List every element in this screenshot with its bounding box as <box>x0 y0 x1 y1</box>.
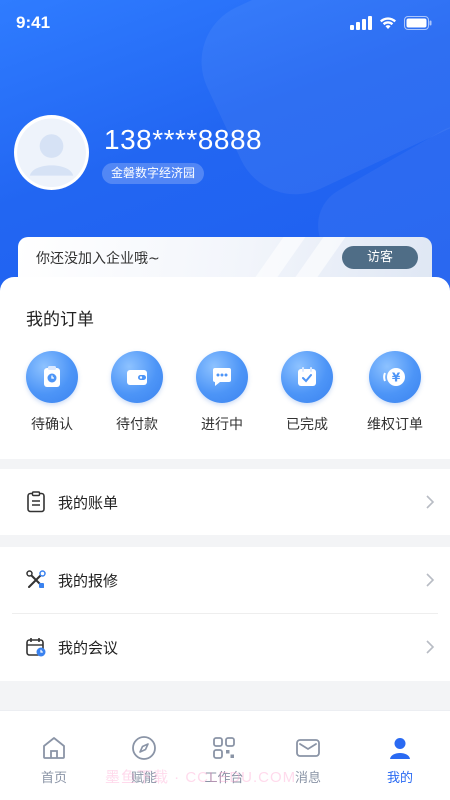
order-label: 待确认 <box>31 417 73 433</box>
tab-home[interactable]: 首页 <box>19 735 89 786</box>
battery-icon <box>404 16 432 30</box>
menu-label: 我的账单 <box>58 493 119 512</box>
menu-item-bill[interactable]: 我的账单 <box>0 469 450 535</box>
mail-icon <box>296 739 320 757</box>
order-label: 进行中 <box>201 417 243 433</box>
chat-bubble-icon <box>196 351 248 403</box>
tab-label: 我的 <box>386 771 413 786</box>
user-icon <box>390 738 410 759</box>
visitor-button[interactable]: 访客 <box>342 246 418 269</box>
chevron-right-icon <box>426 573 435 587</box>
order-label: 待付款 <box>116 417 158 433</box>
order-in-progress[interactable]: 进行中 <box>182 351 262 434</box>
tab-label: 工作台 <box>204 771 244 786</box>
avatar[interactable] <box>14 115 89 190</box>
tab-mine[interactable]: 我的 <box>365 735 435 786</box>
order-pending-confirm[interactable]: 待确认 <box>12 351 92 434</box>
orders-card: 我的订单 待确认 待付款 进行中 已完成 ¥ 维权订单 <box>0 277 450 459</box>
tab-messages[interactable]: 消息 <box>273 735 343 786</box>
park-badge: 金磐数字经济园 <box>102 163 205 184</box>
default-avatar-icon <box>17 118 86 187</box>
bill-icon <box>25 491 47 513</box>
signal-icon <box>350 16 372 30</box>
chevron-right-icon <box>426 640 435 654</box>
grid-icon <box>213 737 235 759</box>
orders-title: 我的订单 <box>26 310 94 330</box>
clipboard-clock-icon <box>26 351 78 403</box>
tab-label: 消息 <box>294 771 321 786</box>
yuan-refund-icon: ¥ <box>369 351 421 403</box>
home-icon <box>43 737 65 759</box>
status-bar: 9:41 <box>0 0 450 46</box>
chevron-right-icon <box>426 495 435 509</box>
svg-text:¥: ¥ <box>392 371 401 385</box>
bill-card: 我的账单 <box>0 469 450 535</box>
tab-label: 赋能 <box>130 771 157 786</box>
calendar-check-icon <box>281 351 333 403</box>
tab-workbench[interactable]: 工作台 <box>189 735 259 786</box>
order-completed[interactable]: 已完成 <box>267 351 347 434</box>
menu-label: 我的报修 <box>58 571 119 590</box>
order-rights-protection[interactable]: ¥ 维权订单 <box>355 351 435 434</box>
order-label: 已完成 <box>286 417 328 433</box>
wifi-icon <box>380 17 396 29</box>
join-enterprise-message: 你还没加入企业哦~ <box>36 251 160 267</box>
tab-empower[interactable]: 赋能 <box>109 735 179 786</box>
bottom-tab-bar: 首页 赋能 工作台 消息 我的 <box>0 710 450 800</box>
repair-tools-icon <box>25 569 47 591</box>
order-label: 维权订单 <box>367 417 423 433</box>
menu-label: 我的会议 <box>58 638 119 657</box>
wallet-icon <box>111 351 163 403</box>
service-card: 我的报修 我的会议 <box>0 547 450 681</box>
menu-item-meeting[interactable]: 我的会议 <box>0 614 450 680</box>
order-pending-payment[interactable]: 待付款 <box>97 351 177 434</box>
status-icons <box>350 16 432 30</box>
menu-item-repair[interactable]: 我的报修 <box>0 547 450 613</box>
user-phone: 138****8888 <box>104 124 263 155</box>
meeting-calendar-icon <box>25 636 47 658</box>
status-time: 9:41 <box>16 13 51 32</box>
tab-label: 首页 <box>40 771 67 786</box>
compass-icon <box>132 736 156 760</box>
